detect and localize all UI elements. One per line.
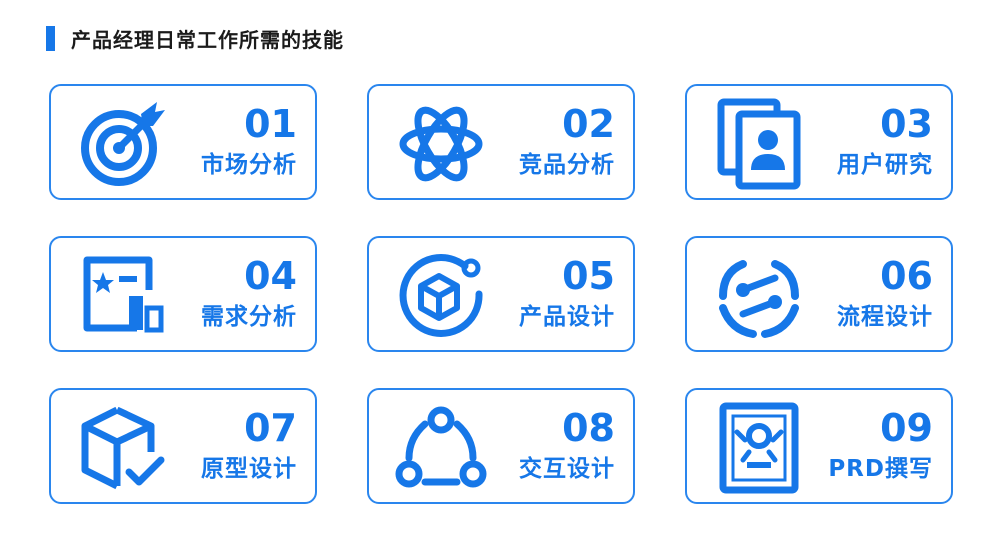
- requirement-chart-icon: [77, 250, 169, 342]
- box-check-icon: [77, 402, 169, 494]
- card-label: 产品设计: [519, 304, 615, 330]
- card-label: 用户研究: [837, 152, 933, 178]
- flow-cycle-icon: [713, 250, 805, 342]
- document-icon: [713, 402, 805, 494]
- card-number: 07: [244, 406, 297, 450]
- card-number: 06: [880, 254, 933, 298]
- skill-card-interaction-design: 08 交互设计: [367, 388, 635, 504]
- target-icon: [77, 98, 169, 190]
- user-profile-icon: [713, 98, 805, 190]
- card-label: 流程设计: [837, 304, 933, 330]
- skill-card-prototype-design: 07 原型设计: [49, 388, 317, 504]
- card-label: 原型设计: [201, 456, 297, 482]
- skill-card-requirement-analysis: 04 需求分析: [49, 236, 317, 352]
- skill-card-product-design: 05 产品设计: [367, 236, 635, 352]
- card-label: PRD撰写: [828, 456, 933, 482]
- header-accent-bar: [46, 25, 55, 51]
- card-number: 01: [244, 102, 297, 146]
- skill-card-flow-design: 06 流程设计: [685, 236, 953, 352]
- card-label: 竞品分析: [519, 152, 615, 178]
- card-number: 08: [562, 406, 615, 450]
- card-number: 04: [244, 254, 297, 298]
- page-title: 产品经理日常工作所需的技能: [71, 27, 344, 52]
- card-label: 市场分析: [201, 152, 297, 178]
- skill-card-prd-writing: 09 PRD撰写: [685, 388, 953, 504]
- skill-card-competitor-analysis: 02 竞品分析: [367, 84, 635, 200]
- card-number: 05: [562, 254, 615, 298]
- skills-grid: 01 市场分析 02 竞品分析 03 用户研究 04 需求分析 05 产品设计 …: [49, 84, 953, 504]
- card-label: 需求分析: [201, 304, 297, 330]
- cube-orbit-icon: [395, 250, 487, 342]
- interaction-nodes-icon: [395, 402, 487, 494]
- card-number: 02: [562, 102, 615, 146]
- card-number: 03: [880, 102, 933, 146]
- section-header: 产品经理日常工作所需的技能: [46, 24, 344, 52]
- atom-icon: [395, 98, 487, 190]
- skill-card-market-analysis: 01 市场分析: [49, 84, 317, 200]
- card-label: 交互设计: [519, 456, 615, 482]
- skill-card-user-research: 03 用户研究: [685, 84, 953, 200]
- card-number: 09: [880, 406, 933, 450]
